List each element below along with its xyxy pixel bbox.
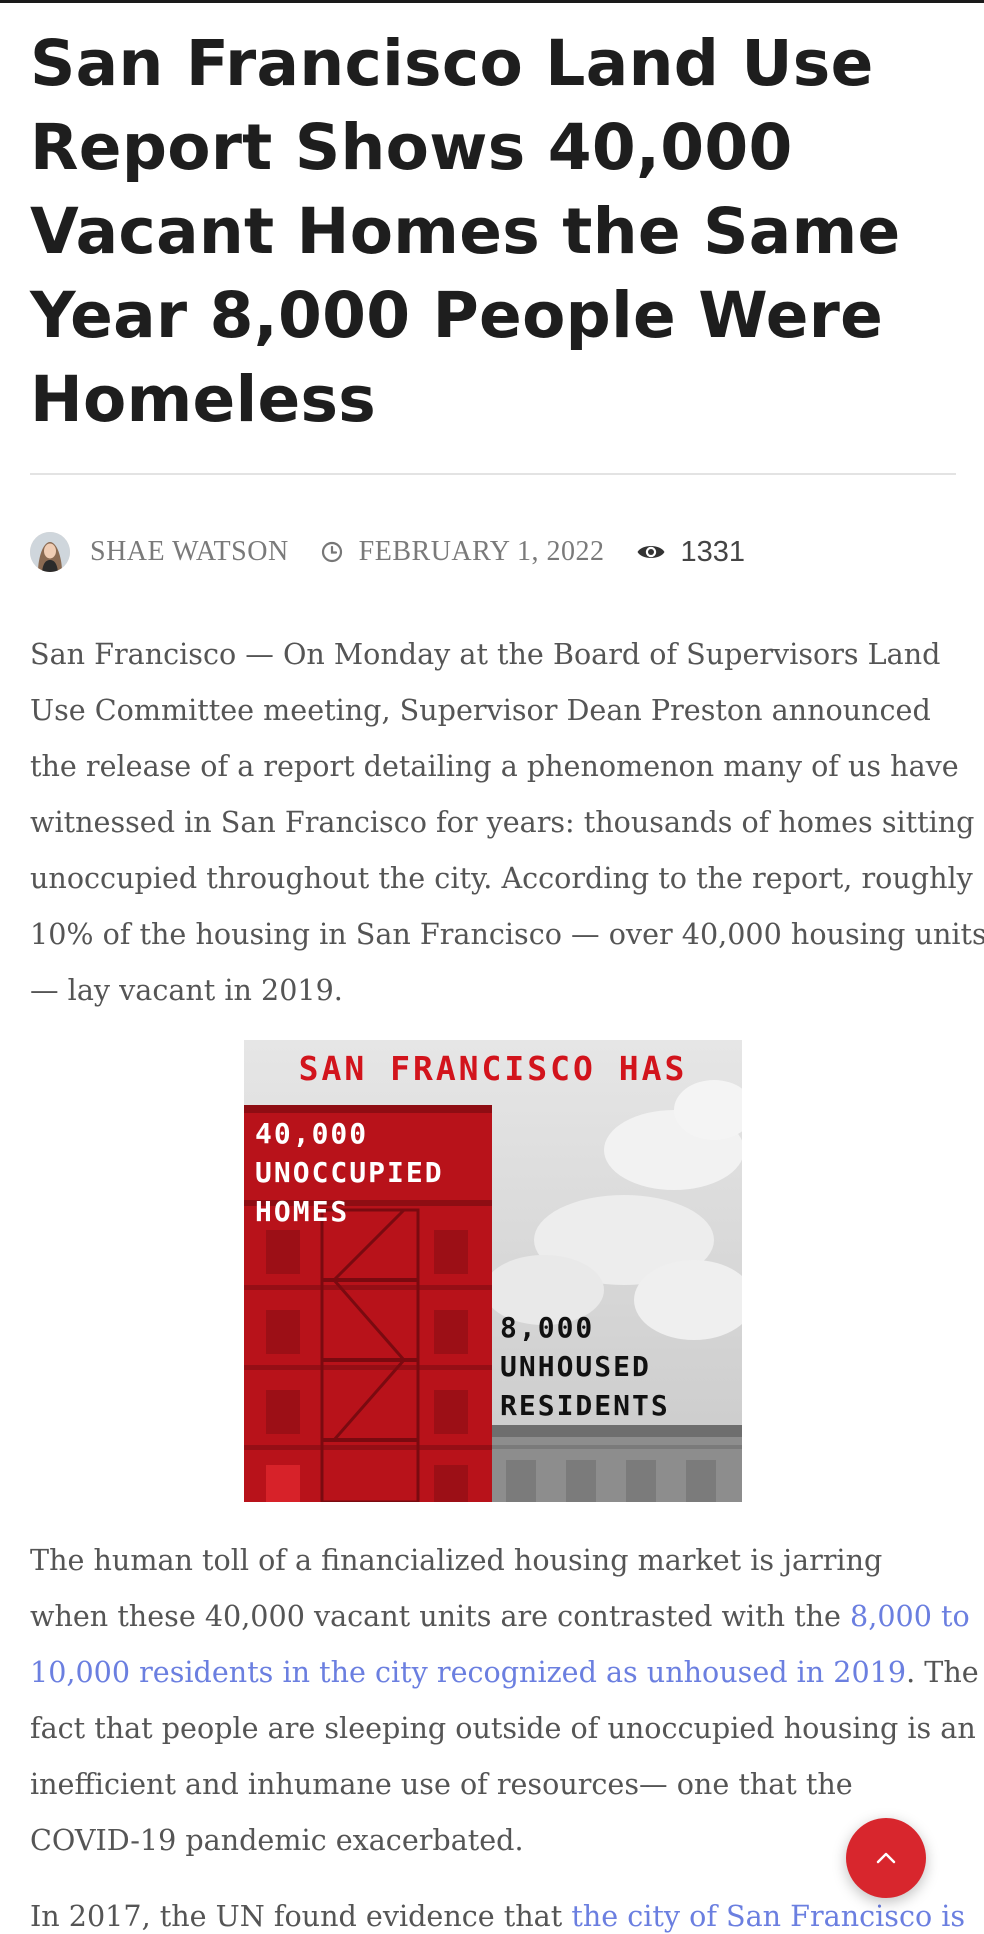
author-name[interactable]: SHAE WATSON: [90, 536, 289, 568]
top-border: [0, 0, 984, 3]
figure-right-line: UNHOUSED: [500, 1350, 651, 1383]
unhoused-report-link[interactable]: 8,000 to: [850, 1599, 970, 1633]
text-line: Use Committee meeting, Supervisor Dean P…: [30, 693, 931, 727]
chevron-up-icon: [876, 1852, 896, 1864]
publish-date: FEBRUARY 1, 2022: [358, 536, 605, 567]
text-line: fact that people are sleeping outside of…: [30, 1711, 976, 1745]
text-segment: when these 40,000 vacant units are contr…: [30, 1599, 851, 1633]
text-line: witnessed in San Francisco for years: th…: [30, 805, 975, 839]
figure-heading: SAN FRANCISCO HAS: [299, 1049, 688, 1088]
article-title: San Francisco Land Use Report Shows 40,0…: [30, 27, 901, 436]
figure-right-line: RESIDENTS: [500, 1389, 670, 1422]
un-findings-link[interactable]: the city of San Francisco is: [571, 1899, 965, 1933]
scroll-to-top-button[interactable]: [846, 1818, 926, 1898]
text-line: when these 40,000 vacant units are contr…: [30, 1588, 970, 1644]
text-segment: In 2017, the UN found evidence that: [30, 1899, 572, 1933]
text-segment: . The: [906, 1655, 979, 1689]
text-line: The human toll of a financialized housin…: [30, 1543, 883, 1577]
clock-icon: [321, 541, 342, 563]
eye-icon: [637, 546, 665, 558]
text-line: 10,000 residents in the city recognized …: [30, 1644, 979, 1700]
figure-left-line: HOMES: [255, 1195, 349, 1228]
infographic-image: SAN FRANCISCO HAS 40,000 UNOCCUPIED HOME…: [244, 1040, 742, 1502]
text-line: — lay vacant in 2019.: [30, 973, 343, 1007]
text-line: unoccupied throughout the city. Accordin…: [30, 861, 973, 895]
title-divider: [30, 473, 956, 475]
paragraph-un: In 2017, the UN found evidence that the …: [30, 1888, 965, 1934]
text-line: San Francisco — On Monday at the Board o…: [30, 637, 941, 671]
article-meta: SHAE WATSON FEBRUARY 1, 2022 1331: [30, 531, 745, 573]
figure-left-line: 40,000: [255, 1117, 368, 1150]
paragraph-intro: San Francisco — On Monday at the Board o…: [30, 626, 984, 1018]
text-line: the release of a report detailing a phen…: [30, 749, 959, 783]
text-line: inefficient and inhumane use of resource…: [30, 1767, 853, 1801]
text-line: COVID-19 pandemic exacerbated.: [30, 1823, 524, 1857]
figure-left-line: UNOCCUPIED: [255, 1156, 444, 1189]
view-count: 1331: [680, 535, 745, 568]
author-avatar[interactable]: [30, 532, 70, 572]
text-line: 10% of the housing in San Francisco — ov…: [30, 917, 984, 951]
figure-right-line: 8,000: [500, 1311, 594, 1344]
text-line: In 2017, the UN found evidence that the …: [30, 1888, 965, 1934]
unhoused-report-link-cont[interactable]: 10,000 residents in the city recognized …: [30, 1655, 906, 1689]
paragraph-toll: The human toll of a financialized housin…: [30, 1532, 979, 1868]
